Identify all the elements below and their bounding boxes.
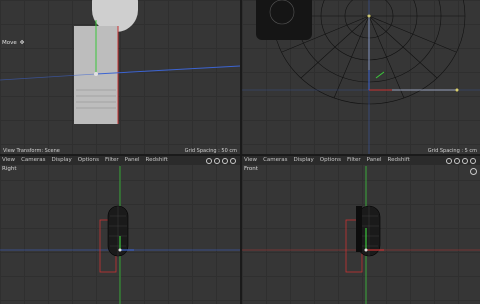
viewport-perspective[interactable]: Move ✥ View Transform: Scene Grid Spacin… xyxy=(0,0,240,154)
tool-label: Move xyxy=(2,40,17,46)
perspective-scene xyxy=(0,0,240,124)
tool-indicator: Move ✥ xyxy=(2,40,24,46)
right-scene xyxy=(0,166,240,304)
top-scene xyxy=(242,0,480,154)
pivot-point xyxy=(94,72,98,76)
viewport-right[interactable]: View Cameras Display Options Filter Pane… xyxy=(0,156,240,304)
front-scene xyxy=(242,166,480,304)
dark-object xyxy=(256,0,312,40)
viewport-divider-horizontal[interactable] xyxy=(0,154,480,156)
viewport-front[interactable]: View Cameras Display Options Filter Pane… xyxy=(242,156,480,304)
move-icon: ✥ xyxy=(19,40,25,46)
viewport-divider-vertical[interactable] xyxy=(240,0,242,304)
viewport-top[interactable]: Grid Spacing : 5 cm xyxy=(242,0,480,154)
